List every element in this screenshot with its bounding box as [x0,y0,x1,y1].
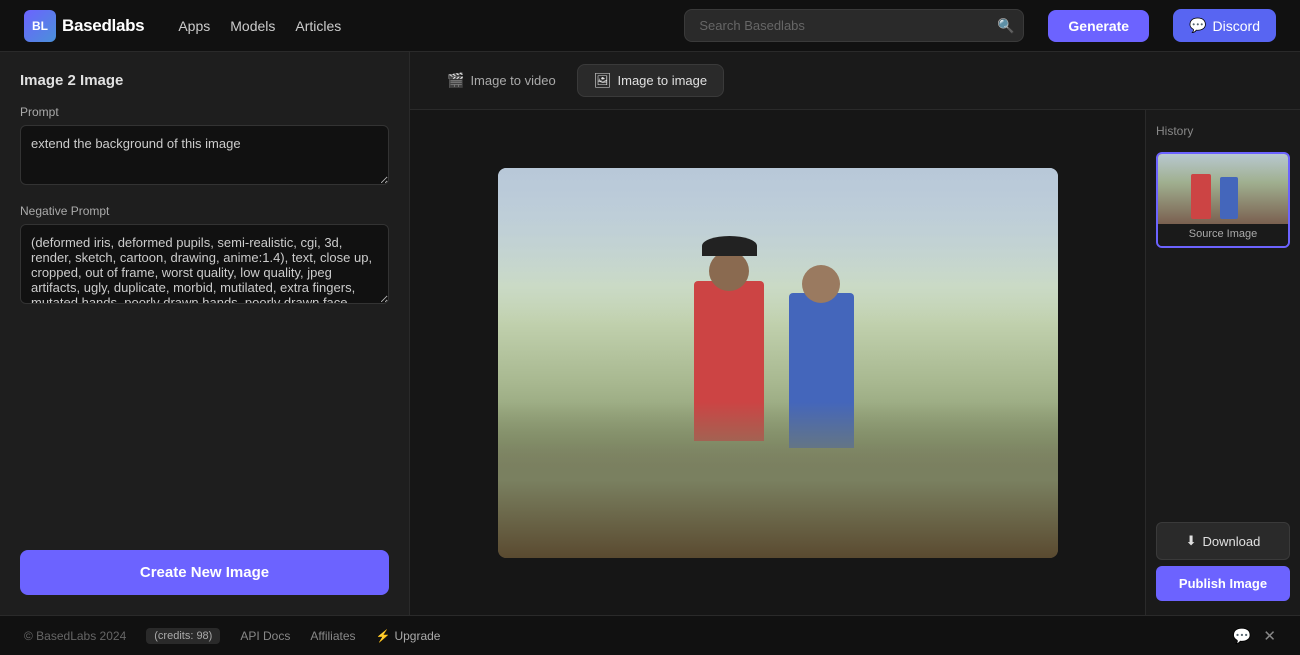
publish-button[interactable]: Publish Image [1156,566,1290,601]
download-icon: ⬇ [1186,533,1197,549]
upgrade-icon: ⚡ [376,629,391,643]
search-bar: 🔍 [684,9,1024,42]
generate-button[interactable]: Generate [1048,10,1149,42]
twitter-social-link[interactable]: ✕ [1263,627,1276,645]
affiliates-link[interactable]: Affiliates [310,629,355,643]
golf-image [498,168,1058,558]
footer-social: 💬 ✕ [1233,627,1276,645]
upgrade-label: Upgrade [394,629,440,643]
right-panel: 🎬 Image to video 🖼 Image to image [410,52,1300,615]
prompt-textarea[interactable]: extend the background of this image [20,125,389,185]
prompt-label: Prompt [20,105,389,119]
discord-icon: 💬 [1189,17,1206,34]
main-nav: Apps Models Articles [178,18,341,34]
thumb-golfer2 [1220,177,1238,219]
tab-image-to-image[interactable]: 🖼 Image to image [577,64,724,97]
api-docs-link[interactable]: API Docs [240,629,290,643]
nav-models[interactable]: Models [230,18,275,34]
panel-title: Image 2 Image [20,72,389,89]
nav-articles[interactable]: Articles [295,18,341,34]
sky [498,168,1058,324]
search-input[interactable] [684,9,1024,42]
left-panel: Image 2 Image Prompt extend the backgrou… [0,52,410,615]
history-item-0[interactable]: Source Image [1156,152,1290,248]
history-title: History [1156,124,1290,138]
copyright: © BasedLabs 2024 [24,629,126,643]
discord-social-link[interactable]: 💬 [1233,627,1252,645]
credits-badge: (credits: 98) [146,628,220,644]
history-sidebar: History Source Image ⬇ Download Publish … [1145,110,1300,615]
download-button[interactable]: ⬇ Download [1156,522,1290,560]
grass [498,402,1058,558]
tab-image-to-video[interactable]: 🎬 Image to video [430,64,573,97]
logo-text: Basedlabs [62,16,144,36]
upgrade-link[interactable]: ⚡ Upgrade [376,629,441,643]
image-tab-icon: 🖼 [594,72,612,89]
history-item-label: Source Image [1158,224,1288,246]
nav-apps[interactable]: Apps [178,18,210,34]
discord-button[interactable]: 💬 Discord [1173,9,1276,42]
thumb-golfer1 [1191,174,1211,219]
negative-prompt-label: Negative Prompt [20,204,389,218]
image-area [410,110,1145,615]
footer: © BasedLabs 2024 (credits: 98) API Docs … [0,615,1300,655]
main-image [498,168,1058,558]
content-area: History Source Image ⬇ Download Publish … [410,110,1300,615]
negative-prompt-textarea[interactable]: (deformed iris, deformed pupils, semi-re… [20,224,389,304]
logo[interactable]: BL Basedlabs [24,10,144,42]
logo-icon: BL [24,10,56,42]
history-thumbnail [1158,154,1288,224]
download-label: Download [1203,534,1261,549]
create-new-image-button[interactable]: Create New Image [20,550,389,595]
tabs-bar: 🎬 Image to video 🖼 Image to image [410,52,1300,110]
negative-prompt-field: Negative Prompt (deformed iris, deformed… [20,204,389,307]
action-buttons: ⬇ Download Publish Image [1156,522,1290,601]
prompt-field: Prompt extend the background of this ima… [20,105,389,188]
video-tab-icon: 🎬 [447,72,464,89]
